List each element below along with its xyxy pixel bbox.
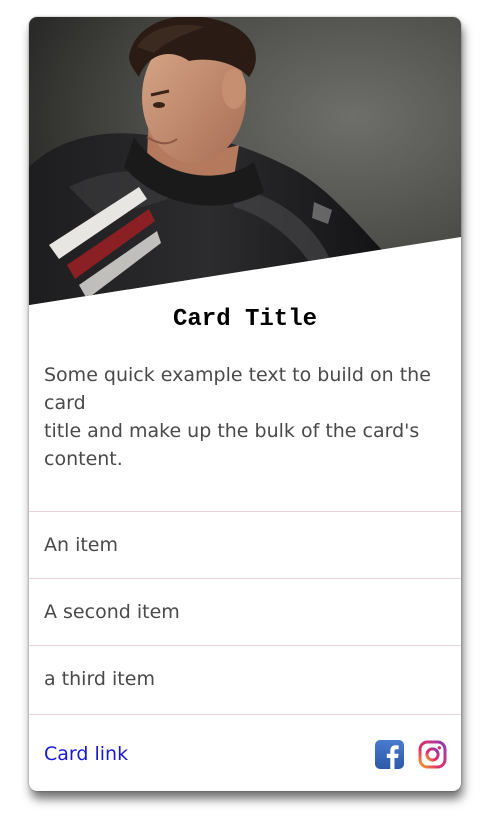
instagram-icon[interactable] — [418, 740, 447, 769]
card-text-line: Some quick example text to build on the … — [44, 364, 431, 414]
card-title: Card Title — [172, 306, 318, 333]
list-item: a third item — [29, 645, 461, 715]
list-item: A second item — [29, 578, 461, 645]
card-footer: Card link — [29, 717, 461, 791]
card-text-line: title and make up the bulk of the card's… — [44, 420, 420, 470]
card-link[interactable]: Card link — [44, 740, 128, 768]
card-image — [29, 17, 461, 305]
item-list: An item A second item a third item — [29, 511, 461, 715]
card-text: Some quick example text to build on the … — [44, 361, 449, 473]
list-item: An item — [29, 511, 461, 578]
card: Card Title Some quick example text to bu… — [29, 17, 461, 791]
facebook-icon[interactable] — [375, 740, 404, 769]
